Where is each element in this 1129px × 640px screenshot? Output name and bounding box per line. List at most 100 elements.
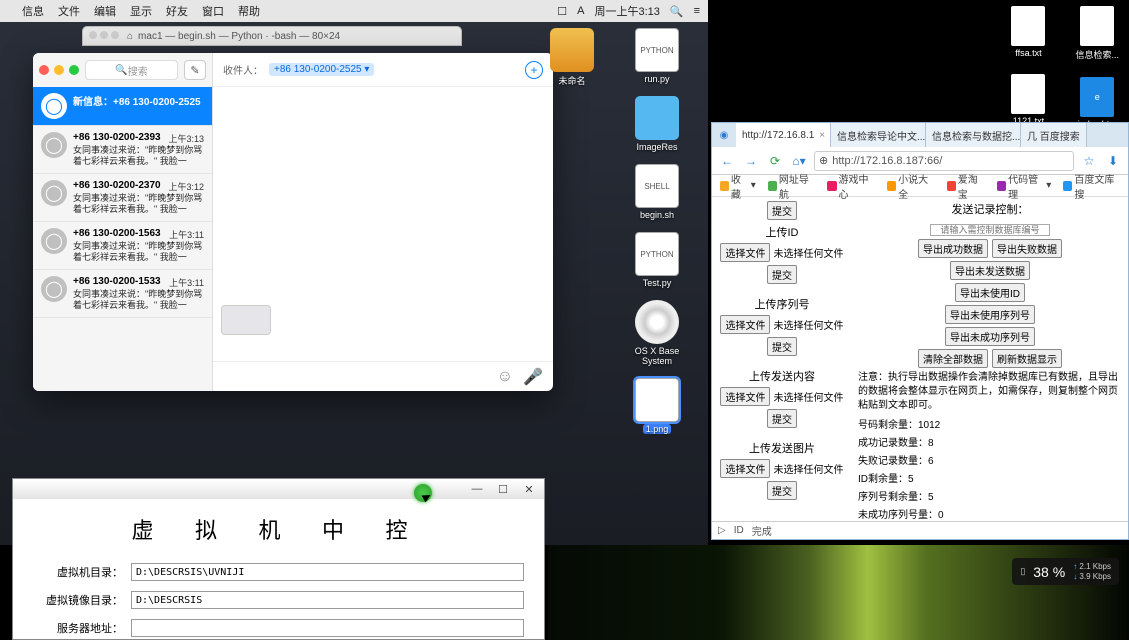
conversation-item[interactable]: ◯ +86 130-0200-1533上午3:11 女同事凑过来说："昨晚梦到你… — [33, 270, 212, 318]
compose-button[interactable]: ✎ — [184, 60, 206, 80]
file-status: 未选择任何文件 — [774, 393, 844, 404]
menu-item[interactable]: 文件 — [58, 3, 80, 19]
text-file-icon — [1011, 74, 1045, 114]
text-input-icon[interactable]: A — [577, 5, 584, 17]
browser-tab[interactable]: 几 百度搜索 — [1021, 123, 1087, 147]
spotlight-icon[interactable]: 🔍 — [670, 5, 684, 18]
emoji-icon[interactable]: ☺ — [497, 368, 513, 386]
terminal-window-titlebar[interactable]: ⌂ mac1 — begin.sh — Python · -bash — 80×… — [82, 26, 462, 46]
bookmark-item[interactable]: 百度文库搜 — [1063, 171, 1120, 201]
conversation-item[interactable]: ◯ 新信息：+86 130-0200-2525 — [33, 87, 212, 126]
choose-file-button[interactable]: 选择文件 — [720, 387, 770, 406]
globe-icon: ⊕ — [819, 154, 828, 167]
close-button[interactable]: ✕ — [522, 483, 536, 496]
vm-image-dir-input[interactable] — [131, 591, 524, 609]
submit-button[interactable]: 提交 — [767, 265, 797, 284]
bookmark-item[interactable]: 游戏中心 — [827, 171, 875, 201]
desktop-file-1png[interactable]: 1.png — [635, 378, 679, 434]
submit-button[interactable]: 提交 — [767, 337, 797, 356]
desktop-file-testpy[interactable]: PYTHONTest.py — [635, 232, 679, 288]
clock[interactable]: 周一上午3:13 — [594, 3, 659, 19]
browser-tab[interactable]: 信息检索与数据挖...× — [926, 123, 1021, 147]
python-file-icon: PYTHON — [635, 28, 679, 72]
add-recipient-button[interactable]: + — [525, 61, 543, 79]
download-button[interactable]: ⬇ — [1104, 152, 1122, 170]
menu-item[interactable]: 信息 — [22, 3, 44, 19]
browser-tab[interactable]: 信息检索导论中文...× — [831, 123, 926, 147]
desktop-folder-imageres[interactable]: ImageRes — [635, 96, 679, 152]
choose-file-button[interactable]: 选择文件 — [720, 243, 770, 262]
conversation-list: ◯ 新信息：+86 130-0200-2525 ◯ +86 130-0200-2… — [33, 87, 212, 391]
vm-server-input[interactable] — [131, 619, 524, 637]
refresh-button[interactable]: 刷新数据显示 — [992, 349, 1062, 368]
file-status: 未选择任何文件 — [774, 465, 844, 476]
bookmark-item[interactable]: 网址导航 — [768, 171, 816, 201]
choose-file-button[interactable]: 选择文件 — [720, 459, 770, 478]
menu-item[interactable]: 窗口 — [202, 3, 224, 19]
minimize-button[interactable]: — — [470, 483, 484, 495]
sogou-logo-icon[interactable]: ◉ — [712, 123, 736, 147]
win-file-ffsa[interactable]: ffsa.txt — [1011, 6, 1045, 58]
db-number-input[interactable] — [930, 224, 1050, 236]
menu-item[interactable]: 好友 — [166, 3, 188, 19]
desktop-file-beginsh[interactable]: SHELLbegin.sh — [635, 164, 679, 220]
tab-label: 信息检索与数据挖... — [932, 128, 1020, 143]
maximize-button[interactable]: ☐ — [496, 483, 510, 496]
conversation-item[interactable]: ◯ +86 130-0200-1563上午3:11 女同事凑过来说："昨晚梦到你… — [33, 222, 212, 270]
export-button[interactable]: 导出未发送数据 — [950, 261, 1030, 280]
favorite-button[interactable]: ☆ — [1080, 152, 1098, 170]
win-file-info[interactable]: 信息检索... — [1075, 6, 1119, 61]
search-input[interactable]: 🔍 搜索 — [85, 60, 178, 80]
browser-content: 提交 上传ID 选择文件 未选择任何文件 提交 上传序列号 选择文件 未选择任何… — [712, 197, 1128, 521]
input-menu-icon[interactable]: ☐ — [557, 5, 567, 18]
clear-button[interactable]: 清除全部数据 — [918, 349, 988, 368]
message-body[interactable] — [213, 87, 553, 361]
reload-button[interactable]: ⟳ — [766, 152, 784, 170]
win-file-1121[interactable]: 1121.txt — [1011, 74, 1045, 126]
microphone-icon[interactable]: 🎤 — [523, 367, 543, 387]
bookmark-item[interactable]: 代码管理 ▾ — [997, 171, 1051, 201]
file-icon — [1080, 6, 1114, 46]
minimize-button[interactable] — [54, 65, 64, 75]
conversation-time: 上午3:11 — [169, 228, 204, 241]
icon-label: 信息检索... — [1075, 48, 1119, 61]
export-button[interactable]: 导出未成功序列号 — [945, 327, 1035, 346]
submit-button[interactable]: 提交 — [767, 481, 797, 500]
home-button[interactable]: ⌂▾ — [790, 152, 808, 170]
close-button[interactable] — [39, 65, 49, 75]
url-input[interactable]: ⊕ http://172.16.8.187:66/ — [814, 151, 1074, 171]
message-attachment[interactable] — [221, 305, 271, 335]
recipient-pill[interactable]: +86 130-0200-2525 ▾ — [269, 63, 374, 76]
browser-tab[interactable]: http://172.16.8.1× — [736, 123, 831, 147]
close-tab-icon[interactable]: × — [819, 130, 825, 141]
back-button[interactable]: ← — [718, 152, 736, 170]
submit-button[interactable]: 提交 — [767, 201, 797, 220]
export-button[interactable]: 导出成功数据 — [918, 239, 988, 258]
vm-titlebar[interactable]: — ☐ ✕ — [13, 479, 544, 499]
desktop-drive[interactable]: 未命名 — [550, 28, 594, 87]
bookmark-item[interactable]: 收藏 ▾ — [720, 171, 756, 201]
menu-extra-icon[interactable]: ≡ — [694, 5, 700, 17]
forward-button[interactable]: → — [742, 152, 760, 170]
choose-file-button[interactable]: 选择文件 — [720, 315, 770, 334]
recipient-label: 收件人： — [223, 62, 263, 77]
desktop-file-runpy[interactable]: PYTHONrun.py — [635, 28, 679, 84]
vm-row: 服务器地址： — [33, 619, 524, 637]
avatar-icon: ◯ — [41, 180, 67, 206]
bookmark-item[interactable]: 小说大全 — [887, 171, 935, 201]
conversation-item[interactable]: ◯ +86 130-0200-2370上午3:12 女同事凑过来说："昨晚梦到你… — [33, 174, 212, 222]
export-button[interactable]: 导出未使用序列号 — [945, 305, 1035, 324]
export-button[interactable]: 导出失败数据 — [992, 239, 1062, 258]
zoom-button[interactable] — [69, 65, 79, 75]
network-widget[interactable]: ▯ 38 % ↑ 2.1 Kbps ↓ 3.9 Kbps — [1012, 558, 1119, 585]
submit-button[interactable]: 提交 — [767, 409, 797, 428]
conversation-item[interactable]: ◯ +86 130-0200-2393上午3:13 女同事凑过来说："昨晚梦到你… — [33, 126, 212, 174]
desktop-disc-osx[interactable]: OS X Base System — [620, 300, 694, 366]
messages-window: 🔍 搜索 ✎ ◯ 新信息：+86 130-0200-2525 ◯ +86 130… — [33, 53, 553, 391]
menu-item[interactable]: 显示 — [130, 3, 152, 19]
menu-item[interactable]: 帮助 — [238, 3, 260, 19]
export-button[interactable]: 导出未使用ID — [955, 283, 1025, 302]
vm-dir-input[interactable] — [131, 563, 524, 581]
bookmark-item[interactable]: 爱淘宝 — [947, 171, 985, 201]
menu-item[interactable]: 编辑 — [94, 3, 116, 19]
